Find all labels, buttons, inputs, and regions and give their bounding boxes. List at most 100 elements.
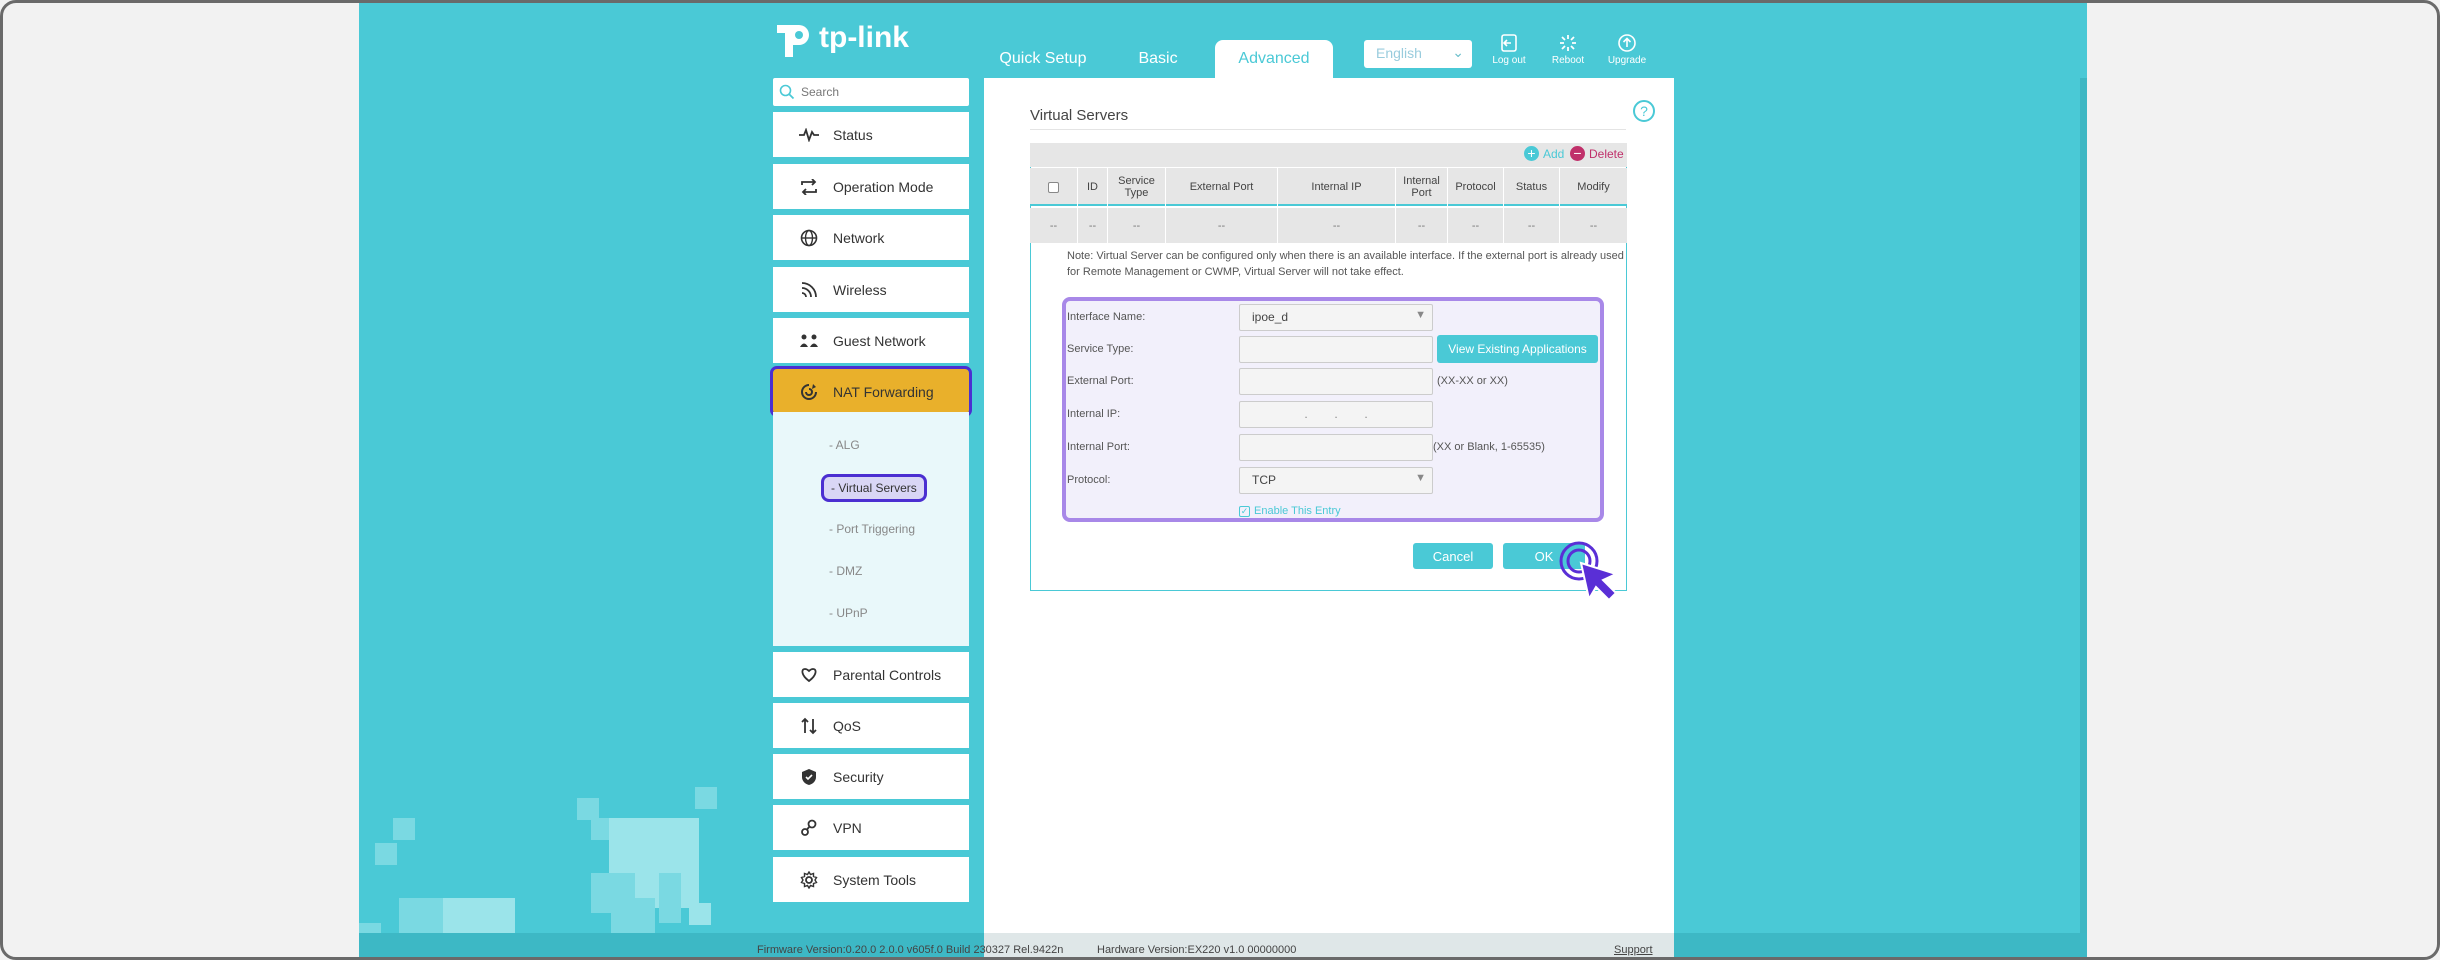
sidebar-item-parental-controls[interactable]: Parental Controls: [773, 652, 969, 697]
firmware-version: Firmware Version:0.20.0 2.0.0 v605f.0 Bu…: [757, 944, 1064, 956]
language-select[interactable]: English ⌄: [1364, 40, 1472, 68]
title-divider: [1030, 129, 1626, 130]
logout-icon: [1501, 34, 1517, 52]
table-cell: --: [1077, 208, 1107, 243]
sidebar-item-label: QoS: [833, 717, 862, 734]
sidebar-item-network[interactable]: Network: [773, 215, 969, 260]
sidebar-item-label: Status: [833, 126, 873, 143]
nat-icon: [799, 382, 819, 402]
sidebar-item-label: Operation Mode: [833, 178, 934, 195]
sidebar-item-label: NAT Forwarding: [833, 383, 934, 400]
enable-entry-checkbox[interactable]: ✓ Enable This Entry: [1239, 505, 1341, 517]
external-port-input[interactable]: [1239, 368, 1433, 395]
gear-icon: [799, 870, 819, 890]
reboot-button[interactable]: Reboot: [1543, 33, 1593, 66]
sidebar-item-label: Network: [833, 229, 885, 246]
hardware-version: Hardware Version:EX220 v1.0 00000000: [1097, 944, 1297, 956]
cancel-button[interactable]: Cancel: [1413, 543, 1493, 569]
sidebar-item-nat-forwarding[interactable]: NAT Forwarding: [770, 366, 972, 417]
external-port-label: External Port:: [1067, 375, 1134, 387]
tab-basic[interactable]: Basic: [1113, 40, 1203, 78]
upgrade-button[interactable]: Upgrade: [1602, 33, 1652, 66]
col-protocol: Protocol: [1447, 168, 1503, 206]
sidebar-item-guest-network[interactable]: Guest Network: [773, 318, 969, 363]
submenu-item-alg[interactable]: - ALG: [829, 438, 860, 452]
submenu-item-dmz[interactable]: - DMZ: [829, 564, 862, 578]
sidebar-item-qos[interactable]: QoS: [773, 703, 969, 748]
ip-separators: . . .: [1304, 407, 1368, 421]
wifi-icon: [799, 280, 819, 300]
support-link[interactable]: Support: [1614, 944, 1653, 956]
tab-advanced[interactable]: Advanced: [1215, 40, 1333, 78]
table-cell: --: [1277, 208, 1395, 243]
internal-port-hint: (XX or Blank, 1-65535): [1433, 441, 1545, 453]
tab-quick-setup[interactable]: Quick Setup: [993, 40, 1093, 78]
sidebar-item-label: Parental Controls: [833, 666, 942, 683]
help-icon[interactable]: ?: [1633, 100, 1655, 122]
guests-icon: [799, 331, 819, 351]
sidebar-item-label: Security: [833, 768, 884, 785]
submenu-item-virtual-servers[interactable]: - Virtual Servers: [821, 474, 927, 502]
tp-link-logo-icon: [777, 25, 809, 57]
sidebar-item-system-tools[interactable]: System Tools: [773, 857, 969, 902]
app-window: tp-link Quick Setup Basic Advanced Engli…: [0, 0, 2440, 960]
sidebar-item-label: Wireless: [833, 281, 887, 298]
table-cell: --: [1559, 208, 1627, 243]
protocol-select[interactable]: TCP ▼: [1239, 467, 1433, 494]
service-type-label: Service Type:: [1067, 343, 1134, 355]
reboot-icon: [1560, 35, 1576, 51]
delete-button[interactable]: − Delete: [1570, 146, 1624, 161]
view-existing-applications-button[interactable]: View Existing Applications: [1437, 335, 1598, 363]
dropdown-triangle-icon: ▼: [1415, 309, 1426, 321]
footer-content: [984, 933, 1674, 957]
external-port-hint: (XX-XX or XX): [1437, 375, 1508, 387]
sidebar-item-label: VPN: [833, 819, 862, 836]
table-cell: --: [1107, 208, 1165, 243]
sidebar-item-security[interactable]: Security: [773, 754, 969, 799]
table-cell: --: [1165, 208, 1277, 243]
sidebar-item-label: System Tools: [833, 871, 916, 888]
table-cell: --: [1447, 208, 1503, 243]
col-id: ID: [1077, 168, 1107, 206]
minus-icon: −: [1570, 146, 1585, 161]
search-input[interactable]: Search: [773, 78, 969, 106]
table-cell: --: [1049, 219, 1058, 232]
table-cell: --: [1503, 208, 1559, 243]
search-icon: [779, 84, 795, 100]
interface-name-select[interactable]: ipoe_d ▼: [1239, 304, 1433, 331]
logout-button[interactable]: Log out: [1484, 33, 1534, 66]
col-modify: Modify: [1559, 168, 1627, 206]
sidebar-item-wireless[interactable]: Wireless: [773, 267, 969, 312]
col-status: Status: [1503, 168, 1559, 206]
service-type-input[interactable]: [1239, 336, 1433, 363]
protocol-value: TCP: [1252, 473, 1276, 487]
internal-ip-input[interactable]: . . .: [1239, 401, 1433, 428]
sidebar-item-label: Guest Network: [833, 332, 926, 349]
table-cell: --: [1395, 208, 1447, 243]
page-title: Virtual Servers: [1030, 107, 1129, 124]
col-internal-port: Internal Port: [1395, 168, 1447, 206]
select-all-checkbox-cell[interactable]: [1030, 168, 1077, 206]
internal-ip-label: Internal IP:: [1067, 408, 1121, 420]
sidebar-item-status[interactable]: Status: [773, 112, 969, 157]
select-all-checkbox[interactable]: [1048, 181, 1059, 193]
internal-port-input[interactable]: [1239, 434, 1433, 461]
enable-entry-label: Enable This Entry: [1254, 505, 1341, 517]
pointer-cursor-icon: [1559, 541, 1619, 602]
plus-icon: +: [1524, 146, 1539, 161]
dropdown-triangle-icon: ▼: [1415, 472, 1426, 484]
loop-icon: [799, 177, 819, 197]
submenu-item-upnp[interactable]: - UPnP: [829, 606, 868, 620]
interface-name-label: Interface Name:: [1067, 311, 1146, 323]
internal-port-label: Internal Port:: [1067, 441, 1130, 453]
col-external-port: External Port: [1165, 168, 1277, 206]
submenu-item-port-triggering[interactable]: - Port Triggering: [829, 522, 915, 536]
search-placeholder: Search: [801, 85, 840, 99]
scrollbar[interactable]: [2080, 78, 2087, 933]
heart-hands-icon: [799, 665, 819, 685]
pulse-icon: [799, 125, 819, 145]
add-button[interactable]: + Add: [1524, 146, 1564, 161]
logo-text: tp-link: [819, 21, 909, 54]
sidebar-item-vpn[interactable]: VPN: [773, 805, 969, 850]
sidebar-item-operation-mode[interactable]: Operation Mode: [773, 164, 969, 209]
